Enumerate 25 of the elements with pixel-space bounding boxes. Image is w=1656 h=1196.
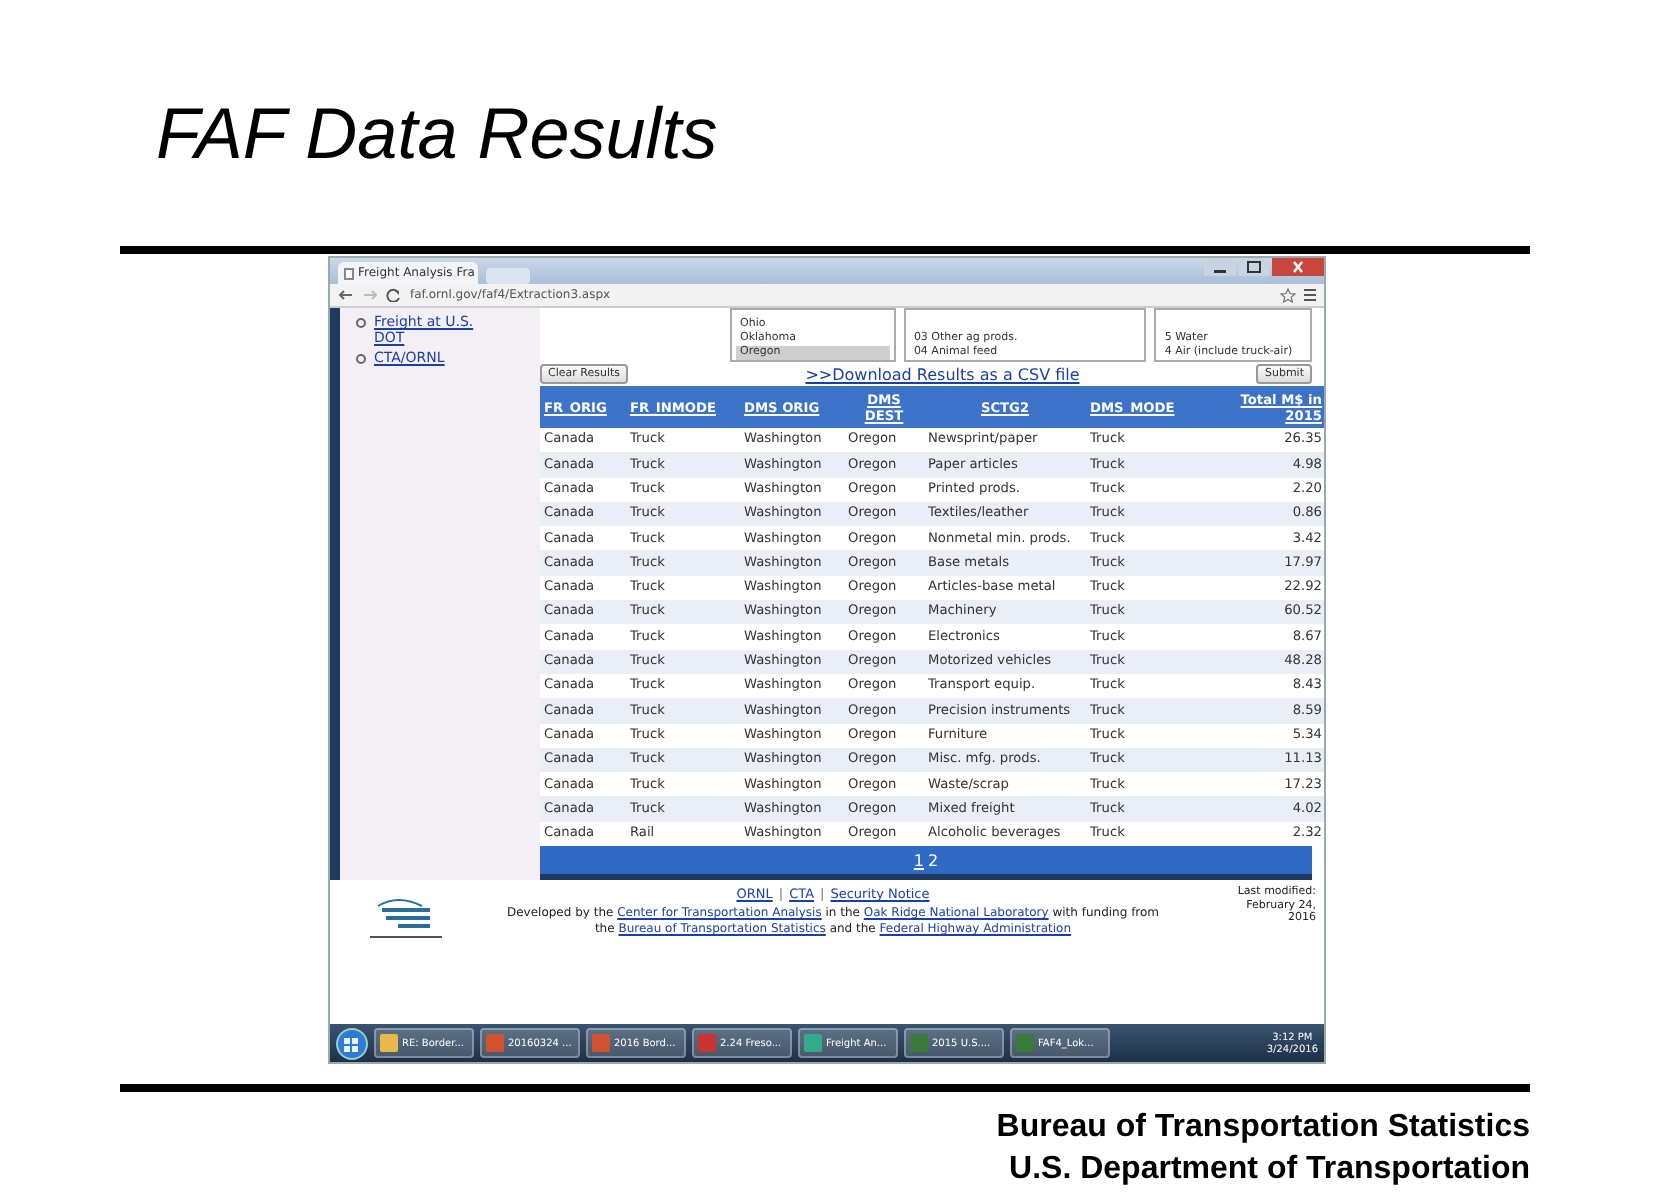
close-button[interactable] (1272, 258, 1324, 276)
app-icon (910, 1034, 928, 1052)
bullet-icon (356, 318, 366, 328)
page-link[interactable]: 2 (928, 851, 939, 870)
organization-logo (370, 894, 442, 939)
reload-icon[interactable] (386, 288, 402, 302)
page-link[interactable]: 1 (913, 851, 924, 870)
footer-text: Bureau of Transportation Statistics (996, 1110, 1530, 1146)
start-button[interactable] (336, 1027, 368, 1059)
star-icon[interactable] (1280, 287, 1296, 303)
app-icon (804, 1034, 822, 1052)
menu-icon[interactable] (1304, 288, 1316, 302)
slide-title: FAF Data Results (156, 90, 720, 178)
app-icon (1016, 1034, 1034, 1052)
download-link[interactable]: >>Download Results as a CSV file (805, 365, 1080, 383)
footer-text: U.S. Department of Transportation (1009, 1152, 1530, 1188)
app-icon (592, 1034, 610, 1052)
app-icon (698, 1034, 716, 1052)
app-icon (486, 1034, 504, 1052)
minimize-button[interactable] (1204, 258, 1236, 276)
back-icon[interactable] (338, 288, 354, 302)
maximize-button[interactable] (1238, 258, 1270, 276)
bullet-icon (356, 354, 366, 364)
app-icon (380, 1034, 398, 1052)
page-icon (344, 267, 354, 279)
